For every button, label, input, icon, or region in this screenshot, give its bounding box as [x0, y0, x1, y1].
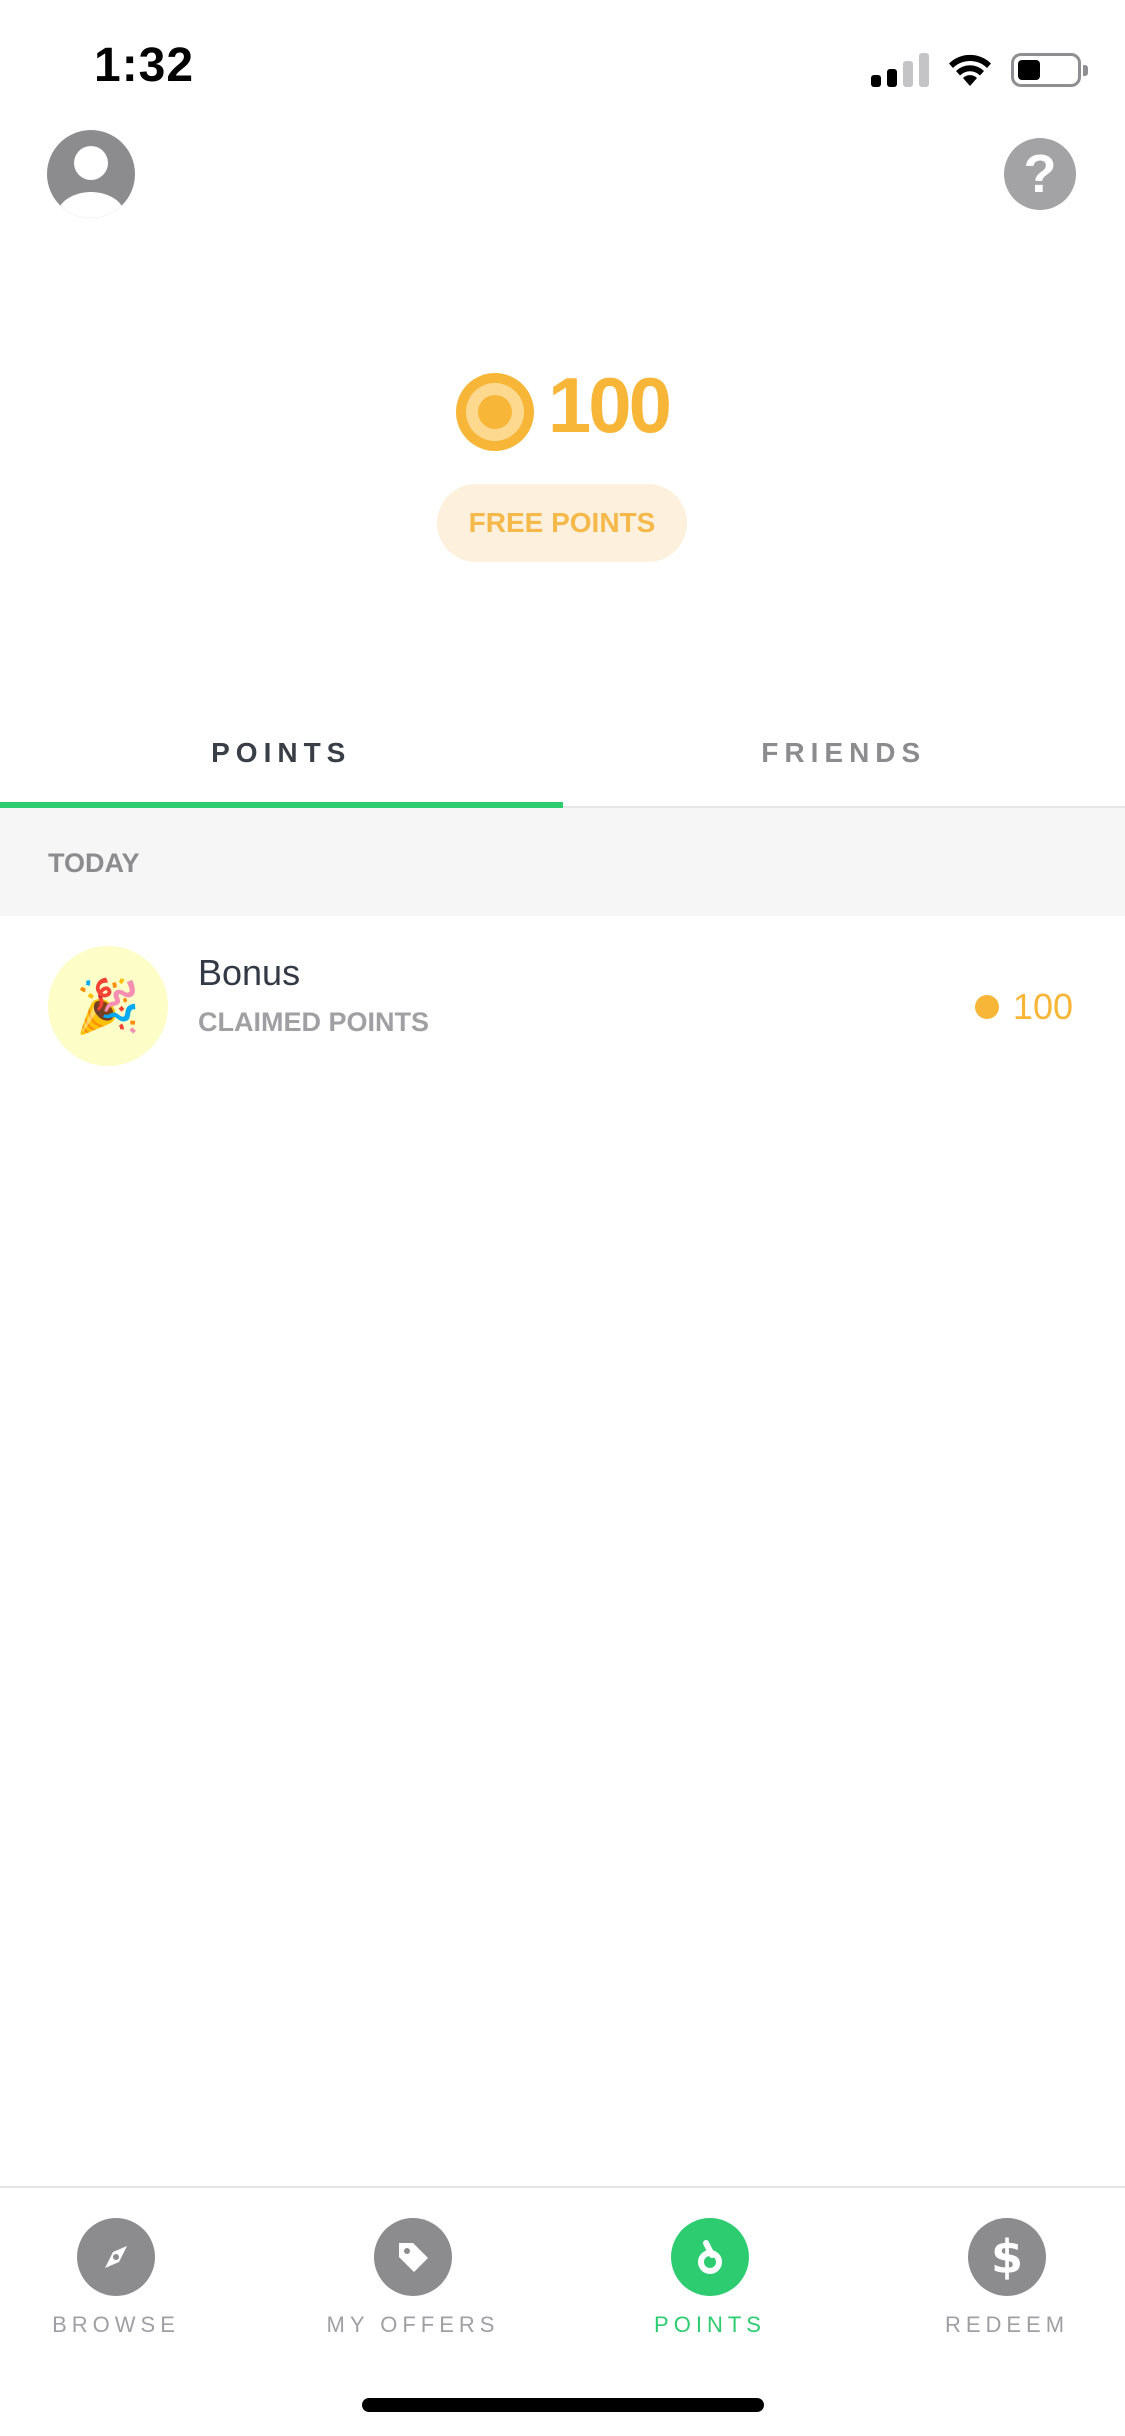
battery-icon: [1011, 53, 1088, 87]
section-header: TODAY: [0, 808, 1125, 916]
wifi-icon: [949, 54, 991, 86]
section-title: TODAY: [48, 848, 140, 878]
status-bar: 1:32: [0, 0, 1125, 140]
activity-subtitle: CLAIMED POINTS: [198, 1007, 430, 1037]
coin-small-icon: [974, 995, 999, 1019]
cellular-signal-icon: [871, 53, 929, 87]
party-popper-icon: 🎉: [48, 946, 168, 1066]
compass-icon: [77, 2218, 155, 2296]
balance-value: 100: [547, 361, 672, 449]
tabbar-my-offers[interactable]: MY OFFERS: [313, 2218, 513, 2338]
activity-points: 100: [974, 986, 1073, 1028]
status-icons: [871, 48, 1088, 92]
user-avatar-icon: [57, 146, 125, 218]
tabbar-points[interactable]: POINTS: [610, 2218, 810, 2338]
help-button[interactable]: ?: [1004, 138, 1076, 210]
segment-tabs: POINTS FRIENDS: [0, 700, 1125, 808]
dollar-icon: $: [968, 2218, 1046, 2296]
tabbar-redeem[interactable]: $ REDEEM: [907, 2218, 1107, 2338]
activity-points-value: 100: [1012, 986, 1073, 1027]
points-balance: 100: [0, 360, 1125, 451]
tab-points[interactable]: POINTS: [0, 700, 563, 808]
list-item[interactable]: 🎉 Bonus CLAIMED POINTS 100: [0, 916, 1125, 1096]
tabbar-label: BROWSE: [52, 2312, 180, 2337]
tabbar-label: REDEEM: [944, 2312, 1070, 2337]
tag-icon: [374, 2218, 452, 2296]
tabbar-label: POINTS: [654, 2312, 766, 2337]
free-points-button[interactable]: FREE POINTS: [437, 484, 687, 562]
tabbar-browse[interactable]: BROWSE: [16, 2218, 216, 2338]
home-indicator[interactable]: [362, 2398, 764, 2412]
profile-button[interactable]: [47, 130, 135, 218]
coin-icon: [455, 372, 534, 451]
tabbar-label: MY OFFERS: [326, 2312, 500, 2337]
points-icon: [671, 2218, 749, 2296]
activity-title: Bonus: [198, 952, 301, 993]
status-time: 1:32: [94, 39, 195, 92]
tab-friends[interactable]: FRIENDS: [563, 700, 1125, 806]
